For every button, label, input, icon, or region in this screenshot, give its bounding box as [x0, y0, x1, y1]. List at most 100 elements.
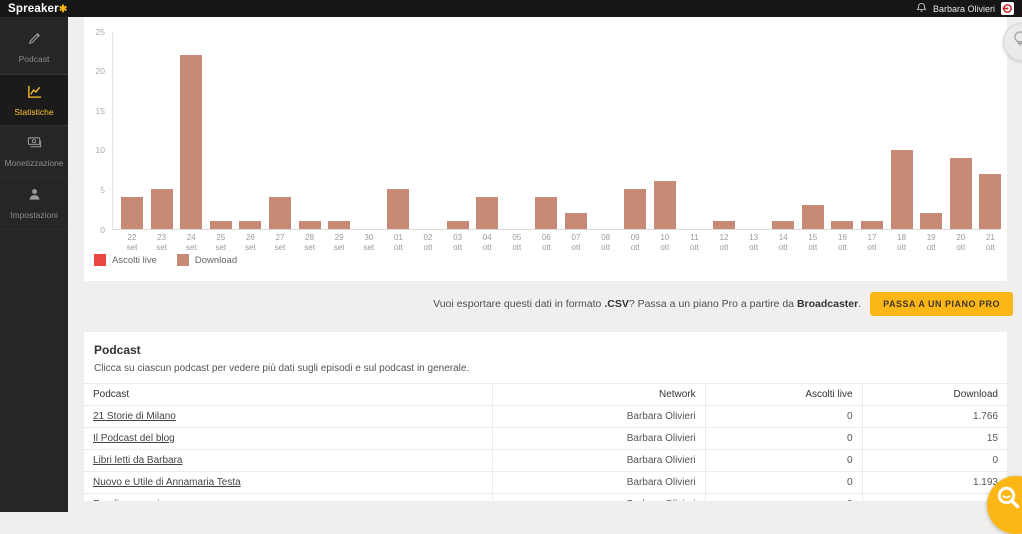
bar-07-ott[interactable]: [565, 213, 587, 229]
bar-04-ott[interactable]: [476, 197, 498, 229]
sidebar-item-monetizzazione[interactable]: Monetizzazione: [0, 126, 68, 178]
statistics-chart-card: 0510152025 22 set23 set24 set25 set26 se…: [84, 17, 1007, 281]
sidebar-item-label: Podcast: [0, 54, 68, 64]
bar-15-ott[interactable]: [802, 205, 824, 229]
x-tick-label: 25 set: [206, 233, 236, 254]
pencil-icon: [27, 33, 42, 50]
podcast-link[interactable]: Libri letti da Barbara: [93, 455, 183, 466]
bar-23-set[interactable]: [151, 189, 173, 229]
x-tick-label: 19 ott: [916, 233, 946, 254]
topbar: Spreaker✱ Barbara Olivieri: [0, 0, 1022, 17]
ascolti-live-cell: 0: [705, 450, 862, 472]
podcast-section-title: Podcast: [84, 332, 1007, 357]
sidebar-item-impostazioni[interactable]: Impostazioni: [0, 178, 68, 230]
upgrade-pro-button[interactable]: PASSA A UN PIANO PRO: [870, 292, 1013, 316]
y-tick-label: 0: [100, 225, 105, 235]
x-tick-label: 26 set: [235, 233, 265, 254]
download-cell: 1.193: [862, 472, 1007, 494]
bar-25-set[interactable]: [210, 221, 232, 229]
podcast-section: Podcast Clicca su ciascun podcast per ve…: [84, 332, 1007, 501]
x-tick-label: 18 ott: [887, 233, 917, 254]
podcast-link[interactable]: Il Podcast del blog: [93, 433, 175, 444]
bar-18-ott[interactable]: [891, 150, 913, 229]
bar-17-ott[interactable]: [861, 221, 883, 229]
bar-22-set[interactable]: [121, 197, 143, 229]
x-tick-label: 30 set: [354, 233, 384, 254]
podcast-link[interactable]: Nuovo e Utile di Annamaria Testa: [93, 477, 241, 488]
bar-06-ott[interactable]: [535, 197, 557, 229]
x-tick-label: 05 ott: [502, 233, 532, 254]
bar-03-ott[interactable]: [447, 221, 469, 229]
user-name: Barbara Olivieri: [933, 4, 995, 14]
download-cell: 1.766: [862, 406, 1007, 428]
podcast-link[interactable]: 21 Storie di Milano: [93, 411, 176, 422]
legend-label-ascolti-live: Ascolti live: [112, 255, 157, 266]
plot-area: 22 set23 set24 set25 set26 set27 set28 s…: [112, 32, 1000, 230]
podcast-section-subtitle: Clicca su ciascun podcast per vedere più…: [84, 357, 1007, 374]
col-header-podcast: Podcast: [84, 384, 493, 406]
x-tick-label: 14 ott: [768, 233, 798, 254]
main-content: 0510152025 22 set23 set24 set25 set26 se…: [68, 17, 1022, 512]
bar-29-set[interactable]: [328, 221, 350, 229]
bar-10-ott[interactable]: [654, 181, 676, 229]
sidebar-item-label: Impostazioni: [0, 210, 68, 220]
table-row: Reading sparsi Barbara Olivieri 0 7: [84, 494, 1007, 502]
bar-28-set[interactable]: [299, 221, 321, 229]
bar-24-set[interactable]: [180, 55, 202, 229]
download-cell: 15: [862, 428, 1007, 450]
x-tick-label: 29 set: [324, 233, 354, 254]
spreaker-logo[interactable]: Spreaker✱: [8, 3, 67, 15]
col-header-network: Network: [493, 384, 705, 406]
x-tick-label: 01 ott: [383, 233, 413, 254]
sidebar-item-label: Statistiche: [0, 107, 68, 117]
x-tick-label: 28 set: [295, 233, 325, 254]
y-tick-label: 15: [96, 106, 105, 116]
x-tick-label: 06 ott: [531, 233, 561, 254]
x-tick-label: 02 ott: [413, 233, 443, 254]
x-tick-label: 23 set: [147, 233, 177, 254]
ascolti-live-cell: 0: [705, 406, 862, 428]
network-cell: Barbara Olivieri: [493, 472, 705, 494]
x-tick-label: 16 ott: [827, 233, 857, 254]
bell-icon[interactable]: [916, 0, 927, 18]
y-tick-label: 5: [100, 185, 105, 195]
network-cell: Barbara Olivieri: [493, 450, 705, 472]
bar-12-ott[interactable]: [713, 221, 735, 229]
x-tick-label: 22 set: [117, 233, 147, 254]
podcast-link[interactable]: Reading sparsi: [93, 499, 160, 501]
bar-14-ott[interactable]: [772, 221, 794, 229]
ascolti-live-cell: 0: [705, 428, 862, 450]
legend-swatch-download: [177, 254, 189, 266]
logo-star-icon: ✱: [59, 4, 68, 15]
lightbulb-icon: [1012, 30, 1022, 55]
x-tick-label: 11 ott: [679, 233, 709, 254]
sidebar-item-podcast[interactable]: Podcast: [0, 22, 68, 74]
table-row: Libri letti da Barbara Barbara Olivieri …: [84, 450, 1007, 472]
bar-27-set[interactable]: [269, 197, 291, 229]
table-row: Nuovo e Utile di Annamaria Testa Barbara…: [84, 472, 1007, 494]
bar-21-ott[interactable]: [979, 174, 1001, 229]
download-cell: 0: [862, 450, 1007, 472]
person-icon: [27, 189, 42, 206]
sidebar-item-statistiche[interactable]: Statistiche: [0, 74, 68, 126]
legend-label-download: Download: [195, 255, 237, 266]
x-tick-label: 20 ott: [946, 233, 976, 254]
bar-20-ott[interactable]: [950, 158, 972, 229]
user-avatar[interactable]: [1001, 2, 1014, 15]
user-menu[interactable]: Barbara Olivieri: [916, 0, 1014, 18]
network-cell: Barbara Olivieri: [493, 428, 705, 450]
bar-09-ott[interactable]: [624, 189, 646, 229]
sidebar: Podcast Statistiche Monetizzazione Impos…: [0, 17, 68, 512]
table-row: 21 Storie di Milano Barbara Olivieri 0 1…: [84, 406, 1007, 428]
podcast-table: Podcast Network Ascolti live Download 21…: [84, 383, 1007, 501]
line-chart-icon: [27, 86, 42, 103]
bar-01-ott[interactable]: [387, 189, 409, 229]
bar-26-set[interactable]: [239, 221, 261, 229]
x-tick-label: 13 ott: [739, 233, 769, 254]
bar-19-ott[interactable]: [920, 213, 942, 229]
bar-16-ott[interactable]: [831, 221, 853, 229]
chart-legend: Ascolti live Download: [94, 254, 237, 266]
x-tick-label: 24 set: [176, 233, 206, 254]
ascolti-live-cell: 0: [705, 472, 862, 494]
logo-text: Spreaker: [8, 3, 59, 15]
